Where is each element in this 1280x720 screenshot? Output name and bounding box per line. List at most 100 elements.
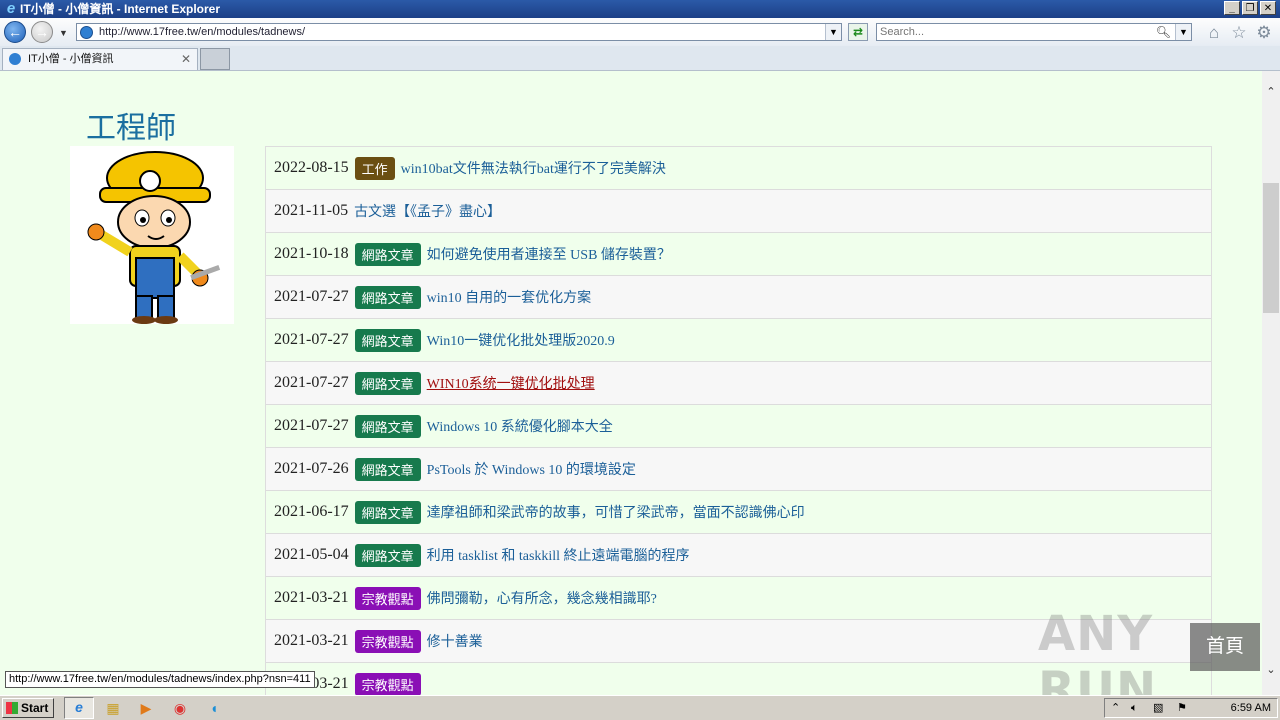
news-category-badge[interactable]: 網路文章 — [354, 500, 421, 524]
status-bar-url: http://www.17free.tw/en/modules/tadnews/… — [5, 671, 315, 688]
news-row: 2021-06-17 網路文章 達摩祖師和梁武帝的故事，可惜了梁武帝，當面不認識佛心… — [266, 491, 1211, 534]
address-dropdown-icon[interactable]: ▼ — [825, 24, 841, 40]
back-button[interactable]: ← — [4, 21, 26, 43]
news-date: 2021-05-04 — [274, 546, 349, 563]
minimize-button[interactable]: _ — [1224, 1, 1240, 15]
news-date: 2022-08-15 — [274, 159, 349, 176]
news-row: 2021-05-04 網路文章 利用 tasklist 和 taskkill 終止遠… — [266, 534, 1211, 577]
news-category-badge[interactable]: 網路文章 — [354, 371, 421, 395]
vertical-scrollbar[interactable]: ⌃ ⌄ — [1262, 71, 1280, 695]
news-date: 2021-03-21 — [274, 589, 349, 606]
news-date: 2021-03-21 — [274, 632, 349, 649]
page-viewport: 工程師 2022-08-15 工作 win10bat文件無法執行bat運行不了完… — [0, 71, 1262, 695]
tray-action-center-flag-icon[interactable]: ⚑ — [1177, 700, 1187, 716]
tray-clock: 6:59 AM — [1230, 702, 1271, 714]
news-row: 2021-07-27 網路文章 Win10一键优化批处理版2020.9 — [266, 319, 1211, 362]
start-button[interactable]: Start — [2, 698, 54, 718]
news-date: 2021-11-05 — [274, 202, 349, 219]
taskbar-explorer-folder-icon[interactable]: ▦ — [104, 699, 122, 717]
news-title-link[interactable]: Win10一键优化批处理版2020.9 — [427, 330, 615, 350]
tab-favicon-icon — [9, 53, 21, 65]
restore-button[interactable]: ❐ — [1242, 1, 1258, 15]
news-title-link[interactable]: 古文選【《孟子》盡心】 — [354, 201, 501, 221]
taskbar: Start e ▦ ▶ ◉ ◖ ⌃ 🔈︎ ▧ ⚑ 6:59 AM — [0, 695, 1280, 720]
home-page-button[interactable]: 首頁 — [1190, 623, 1260, 671]
news-category-badge[interactable]: 宗教觀點 — [354, 672, 421, 695]
arrow-right-icon: → — [35, 24, 49, 40]
news-date: 2021-07-27 — [274, 288, 349, 305]
news-category-badge[interactable]: 網路文章 — [354, 414, 421, 438]
news-row: 2021-07-27 網路文章 Windows 10 系統優化腳本大全 — [266, 405, 1211, 448]
tab-it-xiaoseng[interactable]: IT小僧 - 小僧資訊 ✕ — [2, 48, 198, 70]
history-dropdown-icon[interactable]: ▼ — [59, 28, 69, 38]
news-title-link[interactable]: 利用 tasklist 和 taskkill 終止遠端電腦的程序 — [427, 545, 690, 565]
taskbar-ie-icon[interactable]: e — [64, 697, 94, 719]
new-tab-button[interactable] — [200, 48, 230, 70]
window-controls: _ ❐ ✕ — [1224, 1, 1276, 15]
gear-icon[interactable]: ⚙︎ — [1255, 24, 1273, 42]
news-category-badge[interactable]: 網路文章 — [354, 328, 421, 352]
news-date: 2021-10-18 — [274, 245, 349, 262]
navigation-bar: ← → ▼ http://www.17free.tw/en/modules/ta… — [0, 18, 1280, 46]
tab-close-icon[interactable]: ✕ — [181, 49, 191, 70]
search-dropdown-icon[interactable]: ▼ — [1175, 24, 1191, 40]
news-row: 2021-07-27 網路文章 win10 自用的一套优化方案 — [266, 276, 1211, 319]
taskbar-media-player-icon[interactable]: ▶ — [137, 699, 155, 717]
taskbar-edge-icon[interactable]: ◖ — [205, 699, 223, 717]
address-bar[interactable]: http://www.17free.tw/en/modules/tadnews/… — [76, 23, 842, 41]
news-date: 2021-06-17 — [274, 503, 349, 520]
compat-refresh-button[interactable]: ⇄ — [848, 23, 868, 41]
refresh-icon: ⇄ — [852, 25, 864, 39]
news-title-link[interactable]: WIN10系统一键优化批处理 — [427, 373, 595, 393]
taskbar-chrome-icon[interactable]: ◉ — [171, 699, 189, 717]
tray-volume-icon[interactable]: 🔈︎ — [1131, 700, 1138, 716]
arrow-left-icon: ← — [8, 24, 22, 40]
news-category-badge[interactable]: 宗教觀點 — [354, 586, 421, 610]
forward-button[interactable]: → — [31, 21, 53, 43]
news-title-link[interactable]: win10 自用的一套优化方案 — [427, 287, 592, 307]
favorites-star-icon[interactable]: ☆ — [1230, 24, 1248, 42]
news-row: 2021-07-27 網路文章 WIN10系统一键优化批处理 — [266, 362, 1211, 405]
tray-expand-icon[interactable]: ⌃ — [1111, 700, 1120, 716]
scroll-up-icon[interactable]: ⌃ — [1262, 83, 1280, 101]
window-titlebar: e IT小僧 - 小僧資訊 - Internet Explorer _ ❐ ✕ — [0, 0, 1280, 18]
news-category-badge[interactable]: 網路文章 — [354, 457, 421, 481]
news-title-link[interactable]: 如何避免使用者連接至 USB 儲存裝置？ — [427, 244, 671, 264]
start-label: Start — [21, 701, 49, 715]
news-title-link[interactable]: 達摩祖師和梁武帝的故事，可惜了梁武帝，當面不認識佛心印 — [427, 502, 805, 522]
search-box[interactable]: 🔍︎ ▼ — [876, 23, 1192, 41]
search-icon[interactable]: 🔍︎ — [1156, 24, 1171, 40]
news-date: 2021-07-26 — [274, 460, 349, 477]
news-date: 2021-07-27 — [274, 374, 349, 391]
sidebar-title: 工程師 — [86, 111, 176, 146]
news-row: 2021-10-18 網路文章 如何避免使用者連接至 USB 儲存裝置？ — [266, 233, 1211, 276]
ie-logo-icon: e — [6, 0, 16, 17]
tab-bar: IT小僧 - 小僧資訊 ✕ — [0, 46, 1280, 71]
news-row: 2021-11-05 古文選【《孟子》盡心】 — [266, 190, 1211, 233]
news-row: 2021-07-26 網路文章 PsTools 於 Windows 10 的環境設定 — [266, 448, 1211, 491]
news-category-badge[interactable]: 宗教觀點 — [354, 629, 421, 653]
close-button[interactable]: ✕ — [1260, 1, 1276, 15]
news-title-link[interactable]: win10bat文件無法執行bat運行不了完美解決 — [401, 158, 666, 178]
news-title-link[interactable]: 修十善業 — [427, 631, 483, 651]
windows-flag-icon — [6, 702, 18, 714]
engineer-cartoon-image — [70, 146, 234, 324]
window-title: IT小僧 - 小僧資訊 - Internet Explorer — [20, 2, 221, 16]
tray-network-icon[interactable]: ▧ — [1153, 700, 1163, 716]
news-date: 2021-07-27 — [274, 331, 349, 348]
home-icon[interactable]: ⌂ — [1205, 24, 1223, 42]
news-title-link[interactable]: PsTools 於 Windows 10 的環境設定 — [427, 459, 636, 479]
site-favicon-icon — [80, 26, 93, 39]
address-url[interactable]: http://www.17free.tw/en/modules/tadnews/ — [99, 24, 305, 40]
news-date: 2021-07-27 — [274, 417, 349, 434]
scrollbar-thumb[interactable] — [1263, 183, 1279, 313]
news-category-badge[interactable]: 網路文章 — [354, 543, 421, 567]
news-title-link[interactable]: Windows 10 系統優化腳本大全 — [427, 416, 613, 436]
system-tray: ⌃ 🔈︎ ▧ ⚑ 6:59 AM — [1104, 698, 1278, 718]
news-category-badge[interactable]: 網路文章 — [354, 285, 421, 309]
news-category-badge[interactable]: 網路文章 — [354, 242, 421, 266]
news-title-link[interactable]: 佛問彌勒，心有所念，幾念幾相識耶? — [427, 588, 657, 608]
news-row: 2022-08-15 工作 win10bat文件無法執行bat運行不了完美解決 — [266, 147, 1211, 190]
news-category-badge[interactable]: 工作 — [354, 156, 395, 180]
search-input[interactable] — [880, 25, 1150, 39]
